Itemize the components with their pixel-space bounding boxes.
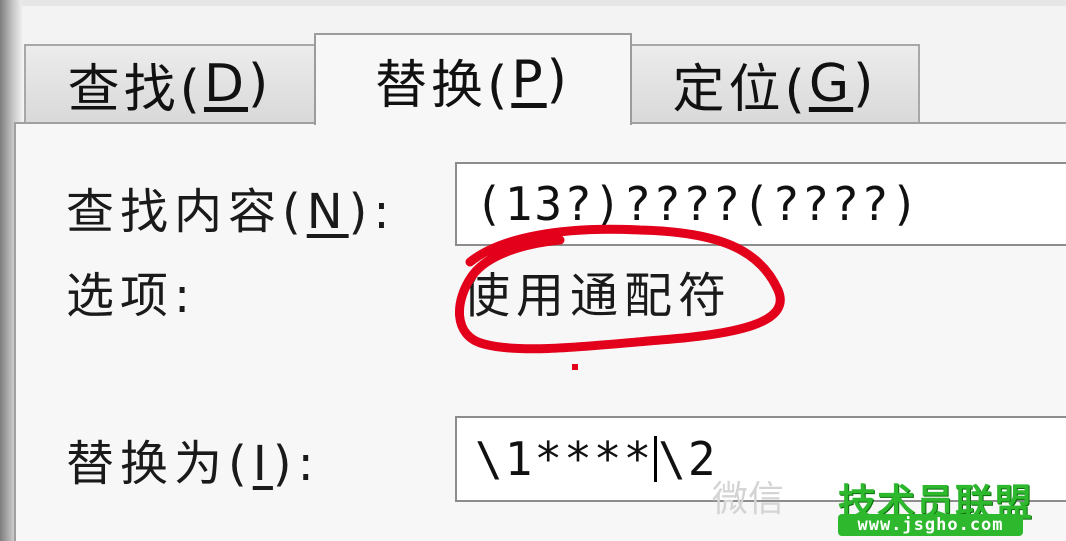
options-label: 选项:: [66, 268, 197, 324]
tab-find-accelerator: D: [203, 54, 249, 114]
tab-goto-label: 定位(: [672, 59, 809, 120]
replace-with-accelerator: I: [252, 436, 273, 492]
tab-replace[interactable]: 替换(P): [314, 33, 632, 125]
find-what-label-text: 查找内容(: [66, 184, 307, 240]
replace-with-label-suffix: ):: [272, 436, 320, 492]
window-top-edge: [0, 0, 1066, 6]
replace-with-value-before-caret: \1****: [475, 432, 654, 486]
find-what-accelerator: N: [306, 184, 349, 240]
tab-replace-accelerator: P: [511, 50, 547, 110]
tab-replace-label: 替换(: [375, 55, 512, 116]
find-what-label: 查找内容(N):: [66, 172, 396, 242]
find-what-value: (13?)????(????): [475, 177, 921, 231]
tab-find-label: 查找(: [67, 59, 204, 120]
tab-find-close-paren: ): [248, 54, 273, 114]
find-what-label-suffix: ):: [348, 184, 396, 240]
text-caret: [654, 436, 658, 482]
tab-goto-accelerator: G: [808, 54, 854, 114]
find-what-input[interactable]: (13?)????(????): [455, 162, 1066, 246]
site-url-watermark: www.jsgho.com: [838, 514, 1023, 536]
replace-with-label-text: 替换为(: [66, 436, 253, 492]
tab-goto-close-paren: ): [853, 54, 878, 114]
tab-goto[interactable]: 定位(G): [630, 44, 920, 122]
replace-with-label: 替换为(I):: [66, 424, 320, 494]
tab-replace-close-paren: ): [546, 50, 571, 110]
replace-with-value-after-caret: \2: [658, 432, 718, 486]
wechat-watermark: 微信: [712, 479, 785, 520]
tab-find[interactable]: 查找(D): [24, 44, 316, 122]
options-value: 使用通配符: [462, 268, 733, 324]
